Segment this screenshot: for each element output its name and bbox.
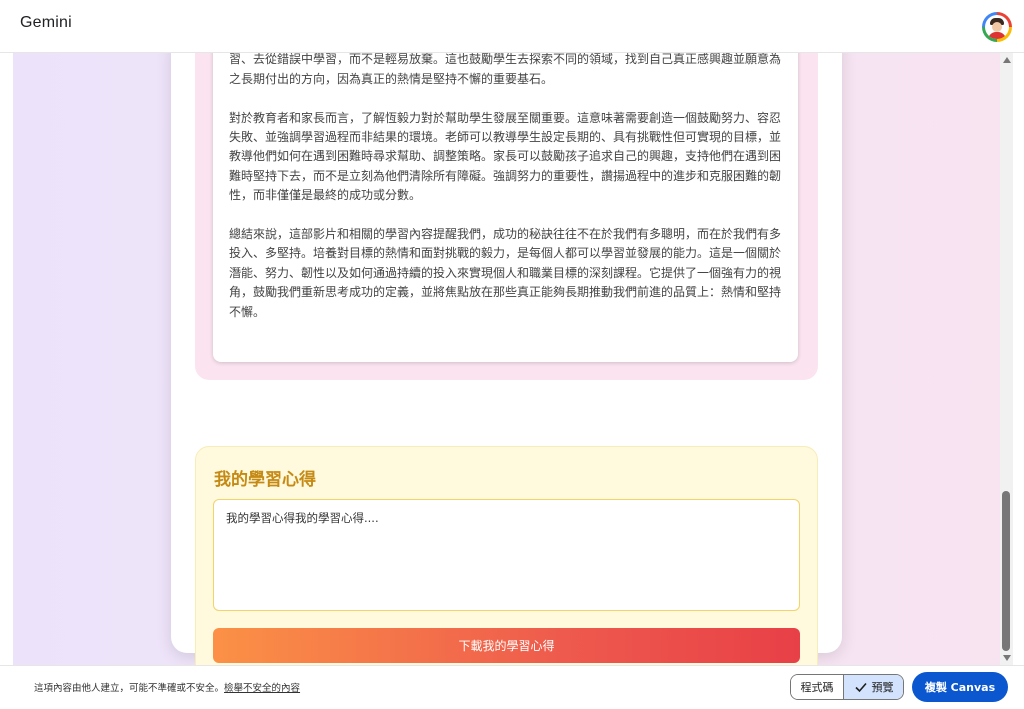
- reflection-title: 我的學習心得: [214, 470, 316, 490]
- summary-paragraph: 總結來說，這部影片和相關的學習內容提醒我們，成功的秘訣往往不在於我們有多聰明，而…: [229, 227, 782, 319]
- code-tab-label: 程式碼: [800, 681, 834, 694]
- safety-notice: 這項內容由他人建立，可能不準確或不安全。檢舉不安全的內容: [34, 680, 300, 694]
- preview-tab[interactable]: 預覽: [844, 675, 903, 699]
- avatar-icon: [985, 15, 1009, 39]
- summary-section: 練、以及需要大量重複練習的內容，擁有恆毅力意味著即使面對這些情況，依然願意努力去…: [195, 53, 818, 380]
- check-icon: [854, 682, 867, 693]
- reflection-section: 我的學習心得 我的學習心得我的學習心得.... 下載我的學習心得: [195, 446, 818, 665]
- summary-box: 練、以及需要大量重複練習的內容，擁有恆毅力意味著即使面對這些情況，依然願意努力去…: [213, 53, 798, 362]
- copy-canvas-button[interactable]: 複製 Canvas: [912, 672, 1008, 702]
- app-title: Gemini: [20, 14, 72, 31]
- scroll-thumb[interactable]: [1002, 491, 1010, 651]
- code-tab[interactable]: 程式碼: [791, 675, 844, 699]
- content-card: 練、以及需要大量重複練習的內容，擁有恆毅力意味著即使面對這些情況，依然願意努力去…: [171, 53, 842, 665]
- vertical-scrollbar[interactable]: [1000, 53, 1013, 665]
- account-avatar[interactable]: [982, 12, 1012, 42]
- top-bar: Gemini: [0, 0, 1024, 53]
- summary-paragraph: 對於教育者和家長而言，了解恆毅力對於幫助學生發展至關重要。這意味著需要創造一個鼓…: [229, 110, 782, 203]
- summary-text: 練、以及需要大量重複練習的內容，擁有恆毅力意味著即使面對這些情況，依然願意努力去…: [229, 53, 785, 341]
- canvas-preview[interactable]: 練、以及需要大量重複練習的內容，擁有恆毅力意味著即使面對這些情況，依然願意努力去…: [13, 53, 1000, 665]
- bottom-bar: 這項內容由他人建立，可能不準確或不安全。檢舉不安全的內容 程式碼 預覽 複製 C…: [0, 665, 1024, 709]
- preview-tab-label: 預覽: [871, 681, 894, 694]
- download-reflection-button[interactable]: 下載我的學習心得: [213, 628, 800, 663]
- reflection-textarea[interactable]: 我的學習心得我的學習心得....: [213, 499, 800, 611]
- scroll-down-icon[interactable]: [1002, 655, 1011, 661]
- notice-text: 這項內容由他人建立，可能不準確或不安全。: [34, 683, 225, 694]
- summary-paragraph: 練、以及需要大量重複練習的內容，擁有恆毅力意味著即使面對這些情況，依然願意努力去…: [229, 53, 782, 86]
- view-toggle: 程式碼 預覽: [790, 674, 904, 700]
- report-unsafe-link[interactable]: 檢舉不安全的內容: [224, 683, 300, 694]
- scroll-up-icon[interactable]: [1002, 57, 1011, 63]
